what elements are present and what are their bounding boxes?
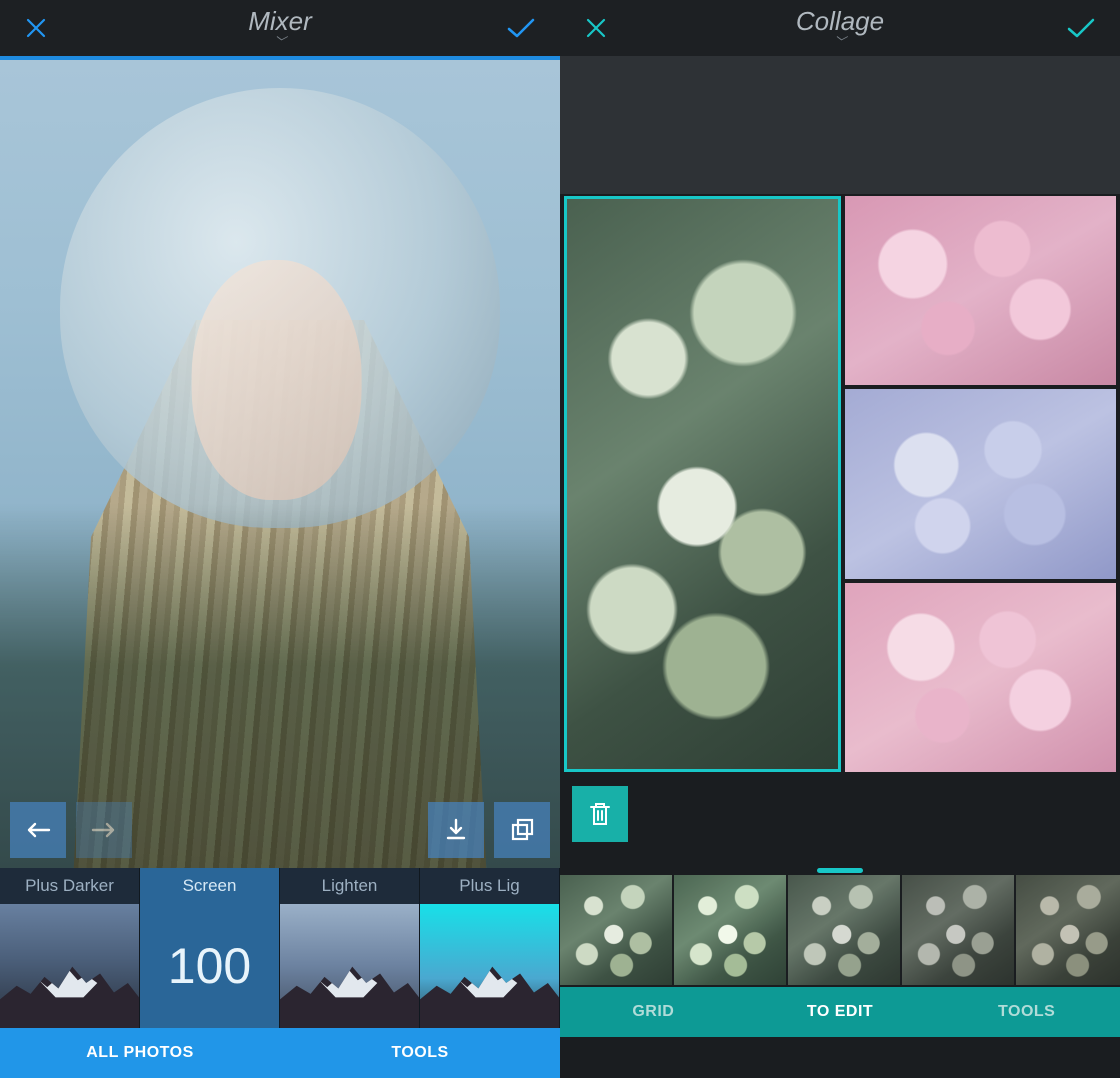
mixer-title: Mixer ﹀	[0, 6, 560, 50]
nav-grid[interactable]: GRID	[560, 987, 747, 1037]
mixer-screen: Mixer ﹀	[0, 0, 560, 1078]
blend-mode-plus-darker[interactable]: Plus Darker	[0, 868, 140, 1028]
collage-cell-2[interactable]	[845, 196, 1116, 385]
confirm-icon[interactable]	[1060, 10, 1102, 46]
nav-tools[interactable]: TOOLS	[933, 987, 1120, 1037]
blend-label: Plus Darker	[25, 868, 114, 904]
nav-all-photos[interactable]: ALL PHOTOS	[0, 1028, 280, 1078]
close-icon[interactable]	[578, 10, 614, 46]
filter-thumb-4[interactable]	[902, 875, 1014, 985]
blend-label: Plus Lig	[459, 868, 519, 904]
collage-cell-1[interactable]	[564, 196, 841, 772]
blend-mode-plus-lighter[interactable]: Plus Lig	[420, 868, 560, 1028]
import-button[interactable]	[428, 802, 484, 858]
redo-button[interactable]	[76, 802, 132, 858]
collage-padding	[560, 56, 1120, 194]
blend-mode-screen[interactable]: Screen 100	[140, 868, 280, 1028]
collage-action-row	[560, 774, 1120, 864]
blend-mode-lighten[interactable]: Lighten	[280, 868, 420, 1028]
filter-strip[interactable]	[560, 875, 1120, 987]
nav-to-edit[interactable]: TO EDIT	[747, 987, 934, 1037]
collage-header: Collage ﹀	[560, 0, 1120, 56]
nav-tools[interactable]: TOOLS	[280, 1028, 560, 1078]
filter-thumb-5[interactable]	[1016, 875, 1120, 985]
close-icon[interactable]	[18, 10, 54, 46]
confirm-icon[interactable]	[500, 10, 542, 46]
duplicate-button[interactable]	[494, 802, 550, 858]
undo-button[interactable]	[10, 802, 66, 858]
collage-cell-4[interactable]	[845, 583, 1116, 772]
collage-right-column	[845, 196, 1116, 772]
collage-title: Collage ﹀	[560, 6, 1120, 50]
chevron-down-icon[interactable]: ﹀	[560, 33, 1120, 50]
collage-cell-3[interactable]	[845, 389, 1116, 578]
collage-screen: Collage ﹀ GRID TO EDIT	[560, 0, 1120, 1078]
blend-mode-row[interactable]: Plus Darker Screen 100 Lighten Plus Lig	[0, 868, 560, 1028]
mixer-header: Mixer ﹀	[0, 0, 560, 56]
filter-thumb-3[interactable]	[788, 875, 900, 985]
forest-layer	[0, 60, 560, 868]
mixer-canvas[interactable]	[0, 60, 560, 868]
drag-handle-icon[interactable]	[817, 868, 863, 873]
filter-thumb-2[interactable]	[674, 875, 786, 985]
trash-button[interactable]	[572, 786, 628, 842]
filter-thumb-1[interactable]	[560, 875, 672, 985]
blend-label: Screen	[183, 868, 237, 904]
blend-value: 100	[140, 904, 279, 1028]
blend-label: Lighten	[322, 868, 378, 904]
collage-bottom-nav: GRID TO EDIT TOOLS	[560, 987, 1120, 1037]
mixer-bottom-nav: ALL PHOTOS TOOLS	[0, 1028, 560, 1078]
mixer-canvas-toolbar	[0, 792, 560, 868]
drawer-handle-row	[560, 864, 1120, 875]
chevron-down-icon[interactable]: ﹀	[0, 33, 560, 50]
collage-canvas[interactable]	[560, 194, 1120, 774]
